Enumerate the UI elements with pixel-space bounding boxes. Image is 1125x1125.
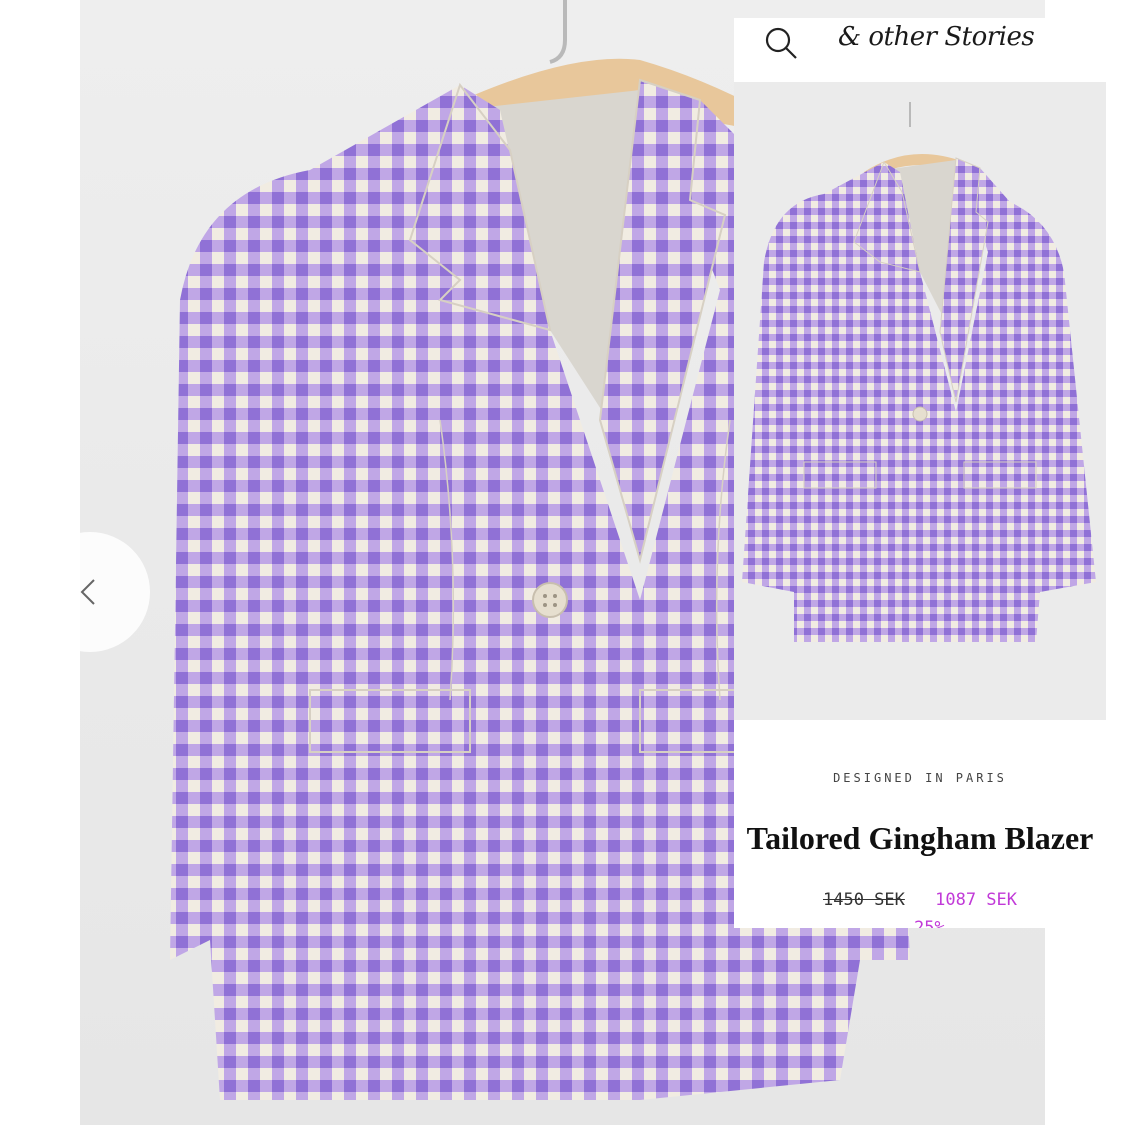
brand-logo[interactable]: & other Stories [838, 22, 1035, 52]
product-screenshot-canvas: & other Stories DESIGNED IN PARIS Tailor… [0, 0, 1125, 1125]
chevron-left-icon [80, 579, 95, 605]
product-tagline: DESIGNED IN PARIS [833, 771, 1007, 785]
sale-price: 1087 SEK [935, 890, 1018, 910]
mobile-product-panel: & other Stories DESIGNED IN PARIS Tailor… [734, 18, 1106, 928]
product-prices: 1450 SEK 1087 SEK [734, 890, 1106, 910]
product-thumbnail-image[interactable] [734, 82, 1106, 720]
search-icon[interactable] [762, 24, 802, 69]
discount-badge: 25% [914, 918, 945, 928]
mobile-header: & other Stories [734, 18, 1106, 82]
original-price: 1450 SEK [822, 890, 905, 910]
carousel-previous-button[interactable] [30, 532, 150, 652]
gingham-blazer-thumbnail [742, 102, 1096, 642]
product-title: Tailored Gingham Blazer [746, 820, 1094, 856]
